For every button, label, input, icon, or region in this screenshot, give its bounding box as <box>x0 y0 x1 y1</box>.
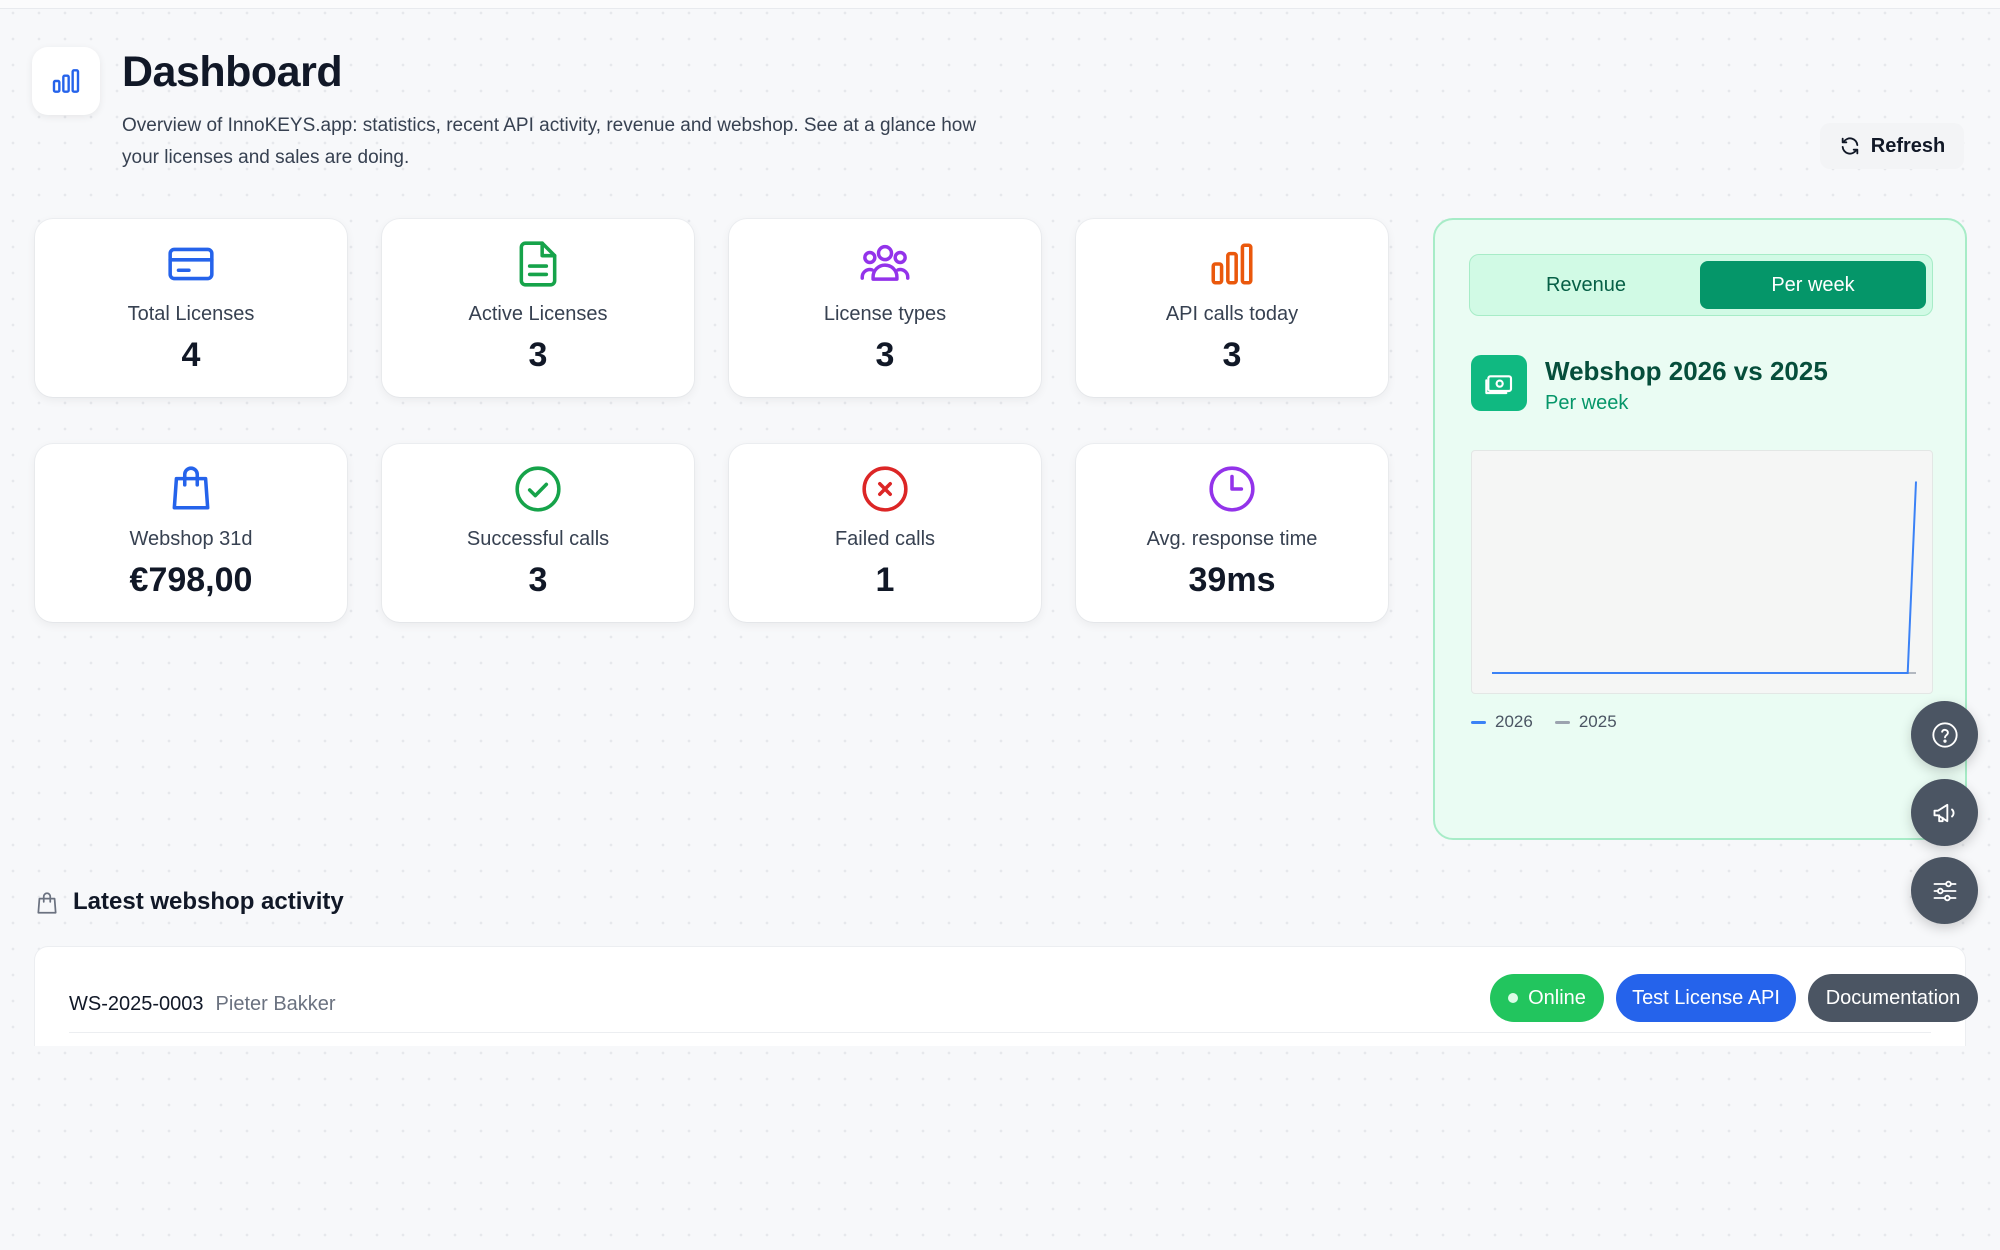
test-license-api-button[interactable]: Test License API <box>1616 974 1796 1022</box>
stat-label: Successful calls <box>466 528 610 550</box>
status-online-badge[interactable]: Online <box>1490 974 1604 1022</box>
refresh-icon <box>1841 137 1858 155</box>
stat-value: 3 <box>528 336 548 374</box>
shopping-bag-icon <box>34 889 60 922</box>
revenue-toggle: Revenue Per week <box>1469 254 1933 316</box>
help-button[interactable] <box>1911 701 1978 768</box>
page-title: Dashboard <box>122 48 343 96</box>
users-icon <box>729 239 1041 289</box>
chart-legend: 2026 2025 <box>1471 712 1617 732</box>
sliders-icon <box>1933 880 1956 901</box>
bar-chart-icon <box>1076 239 1388 289</box>
legend-item-2025: 2025 <box>1554 712 1617 732</box>
order-number: WS-2025-0003 <box>69 993 204 1015</box>
stat-value: 39ms <box>1188 561 1276 599</box>
stat-value: 3 <box>1222 336 1242 374</box>
status-label: Online <box>1528 986 1586 1009</box>
document-icon <box>382 239 694 289</box>
settings-button[interactable] <box>1911 857 1978 924</box>
refresh-label: Refresh <box>1870 134 1946 157</box>
revenue-chart-title: Webshop 2026 vs 2025 <box>1545 356 1828 386</box>
credit-card-icon <box>35 239 347 289</box>
activity-title: Latest webshop activity <box>73 888 344 915</box>
stat-label: Active Licenses <box>468 303 608 325</box>
banknote-icon <box>1471 355 1527 411</box>
check-circle-icon <box>382 464 694 514</box>
page-description: Overview of InnoKEYS.app: statistics, re… <box>122 115 977 168</box>
stat-card-license-types: License types 3 <box>729 219 1041 397</box>
legend-label-2025: 2025 <box>1578 712 1617 731</box>
tab-per-week[interactable]: Per week <box>1700 261 1926 309</box>
tab-revenue[interactable]: Revenue <box>1476 261 1696 309</box>
stat-label: Webshop 31d <box>129 528 253 550</box>
stat-value: 1 <box>875 561 895 599</box>
shopping-bag-icon <box>35 464 347 514</box>
dashboard-bar-chart-icon <box>32 47 100 115</box>
stat-card-api-calls-today: API calls today 3 <box>1076 219 1388 397</box>
dashboard-page: Dashboard Overview of InnoKEYS.app: stat… <box>0 0 2000 1250</box>
stat-label: License types <box>823 303 947 325</box>
stat-value: €798,00 <box>129 561 253 599</box>
stat-card-active-licenses: Active Licenses 3 <box>382 219 694 397</box>
revenue-chart-subtitle: Per week <box>1545 392 1629 414</box>
legend-item-2026: 2026 <box>1471 712 1533 732</box>
x-circle-icon <box>729 464 1041 514</box>
documentation-button[interactable]: Documentation <box>1808 974 1978 1022</box>
stat-label: Avg. response time <box>1146 528 1318 550</box>
legend-label-2026: 2026 <box>1495 712 1533 731</box>
stat-card-failed-calls: Failed calls 1 <box>729 444 1041 622</box>
customer-name: Pieter Bakker <box>215 993 336 1015</box>
revenue-panel: Revenue Per week Webshop 2026 vs 2025 Pe… <box>1433 218 1967 840</box>
stat-label: API calls today <box>1165 303 1299 325</box>
megaphone-icon <box>1933 803 1954 822</box>
stat-value: 4 <box>181 336 201 374</box>
stat-value: 3 <box>875 336 895 374</box>
stat-value: 3 <box>528 561 548 599</box>
series-line-2026 <box>1492 481 1917 674</box>
stat-label: Total Licenses <box>127 303 255 325</box>
revenue-chart <box>1471 450 1933 694</box>
announcements-button[interactable] <box>1911 779 1978 846</box>
status-dot-icon <box>1508 993 1519 1003</box>
clock-icon <box>1076 464 1388 514</box>
stat-label: Failed calls <box>834 528 936 550</box>
stat-card-successful-calls: Successful calls 3 <box>382 444 694 622</box>
stat-card-total-licenses: Total Licenses 4 <box>35 219 347 397</box>
legend-swatch-2026 <box>1471 720 1486 724</box>
refresh-button[interactable]: Refresh <box>1820 123 1964 169</box>
stat-card-avg-response-time: Avg. response time 39ms <box>1076 444 1388 622</box>
help-circle-icon <box>1931 721 1958 748</box>
revenue-chart-svg <box>1492 481 1917 674</box>
stat-card-webshop-31d: Webshop 31d €798,00 <box>35 444 347 622</box>
legend-swatch-2025 <box>1554 720 1570 724</box>
